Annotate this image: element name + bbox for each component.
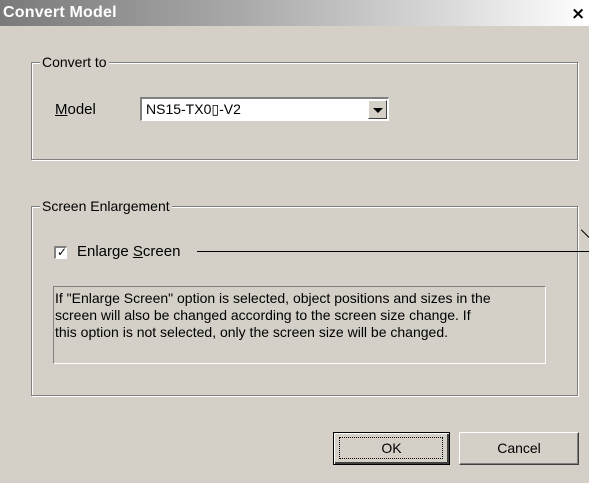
model-select-value: NS15-TX0▯-V2	[146, 101, 241, 117]
enlarge-screen-label[interactable]: Enlarge Screen	[77, 243, 180, 260]
description-line: screen will also be changed according to…	[55, 307, 471, 323]
cancel-button[interactable]: Cancel	[459, 432, 579, 465]
model-select[interactable]: NS15-TX0▯-V2	[140, 97, 389, 121]
enlarge-screen-checkbox[interactable]: ✓	[54, 245, 68, 259]
convert-to-legend: Convert to	[40, 54, 109, 70]
description-line: If "Enlarge Screen" option is selected, …	[55, 290, 491, 306]
screen-enlargement-legend: Screen Enlargement	[40, 198, 172, 214]
ok-button[interactable]: OK	[333, 432, 450, 465]
cancel-button-label: Cancel	[497, 440, 541, 456]
convert-model-dialog: Convert Model × Convert to Model NS15-TX…	[0, 0, 589, 483]
description-line: this option is not selected, only the sc…	[55, 324, 449, 340]
model-label: Model	[55, 101, 96, 118]
title-bar[interactable]: Convert Model ×	[0, 0, 589, 26]
check-icon: ✓	[57, 245, 68, 259]
model-label-text: odel	[67, 101, 96, 118]
callout-tail	[580, 229, 589, 238]
chevron-down-icon	[373, 108, 383, 113]
close-icon[interactable]: ×	[571, 6, 585, 23]
enlarge-screen-label-post: creen	[142, 243, 181, 260]
enlarge-screen-label-pre: Enlarge	[77, 243, 133, 260]
callout-line	[197, 251, 589, 252]
model-label-accelerator: M	[55, 101, 68, 118]
ok-button-label: OK	[381, 440, 402, 456]
window-title: Convert Model	[3, 4, 117, 21]
model-dropdown-button[interactable]	[368, 100, 387, 119]
enlarge-screen-label-accelerator: S	[132, 243, 143, 260]
enlarge-screen-description: If "Enlarge Screen" option is selected, …	[53, 286, 546, 364]
